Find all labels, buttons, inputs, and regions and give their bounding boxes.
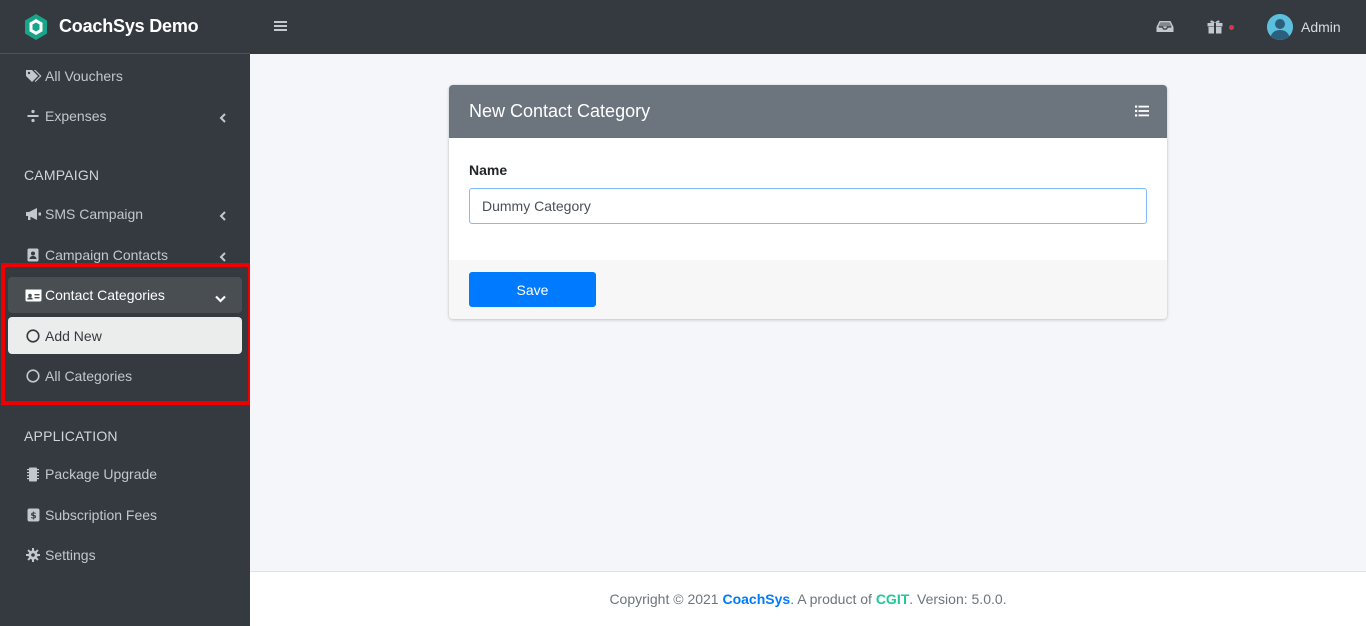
footer-version: . Version: 5.0.0. xyxy=(909,591,1007,607)
brand[interactable]: CoachSys Demo xyxy=(0,0,250,54)
circle-icon xyxy=(24,368,42,384)
card-title: New Contact Category xyxy=(469,101,651,121)
footer-company-link[interactable]: CGIT xyxy=(876,591,909,607)
sidebar: CoachSys Demo All Vouchers Expenses CAMP… xyxy=(0,0,250,626)
hamburger-menu-icon[interactable] xyxy=(274,19,287,38)
sidebar-item-label: Contact Categories xyxy=(45,287,165,303)
sidebar-item-package-upgrade[interactable]: Package Upgrade xyxy=(8,456,242,492)
card-footer: Save xyxy=(449,260,1167,319)
address-book-icon xyxy=(24,247,42,263)
sidebar-item-label: Package Upgrade xyxy=(45,466,158,482)
sidebar-item-label: Campaign Contacts xyxy=(45,247,168,263)
brand-name: CoachSys Demo xyxy=(59,16,199,36)
bullhorn-icon xyxy=(24,206,42,222)
sidebar-item-sms-campaign[interactable]: SMS Campaign xyxy=(8,196,242,232)
gift-icon[interactable] xyxy=(1207,19,1223,39)
sidebar-item-label: All Categories xyxy=(45,368,133,384)
sidebar-item-label: All Vouchers xyxy=(45,68,123,84)
sidebar-item-expenses[interactable]: Expenses xyxy=(8,98,242,134)
money-icon: $ xyxy=(24,507,42,523)
notification-dot xyxy=(1229,25,1234,30)
chevron-left-icon xyxy=(219,110,226,126)
sidebar-item-contact-categories[interactable]: Contact Categories xyxy=(8,277,242,313)
page-footer: Copyright © 2021 CoachSys . A product of… xyxy=(250,571,1366,626)
name-input[interactable] xyxy=(469,188,1147,224)
new-contact-category-card: New Contact Category Name Save xyxy=(449,85,1167,319)
circle-icon xyxy=(24,328,42,344)
gear-icon xyxy=(24,547,42,563)
nav-header-application: APPLICATION xyxy=(24,428,118,444)
user-name: Admin xyxy=(1301,19,1341,35)
sidebar-item-add-new[interactable]: Add New xyxy=(8,317,242,354)
id-card-icon xyxy=(24,287,42,303)
name-label: Name xyxy=(469,162,508,178)
footer-middle-text: . A product of xyxy=(790,591,876,607)
sidebar-item-label: Add New xyxy=(45,327,102,344)
user-menu[interactable]: Admin xyxy=(1267,14,1341,40)
brand-logo-icon xyxy=(22,13,50,41)
sidebar-item-subscription-fees[interactable]: $ Subscription Fees xyxy=(8,497,242,533)
sidebar-item-label: Expenses xyxy=(45,108,107,124)
sidebar-item-label: SMS Campaign xyxy=(45,206,144,222)
microchip-icon xyxy=(24,466,42,482)
sidebar-item-label: Settings xyxy=(45,547,96,563)
svg-text:$: $ xyxy=(30,512,36,522)
sidebar-item-campaign-contacts[interactable]: Campaign Contacts xyxy=(8,237,242,273)
card-header: New Contact Category xyxy=(449,85,1167,138)
chevron-left-icon xyxy=(219,249,226,265)
chevron-left-icon xyxy=(219,208,226,224)
tags-icon xyxy=(24,68,42,84)
list-icon[interactable] xyxy=(1135,104,1149,122)
sidebar-item-label: Subscription Fees xyxy=(45,507,158,523)
sidebar-item-settings[interactable]: Settings xyxy=(8,537,242,573)
footer-brand-link[interactable]: CoachSys xyxy=(722,591,790,607)
save-button[interactable]: Save xyxy=(469,272,596,307)
footer-copyright: Copyright © 2021 xyxy=(609,591,723,607)
inbox-icon[interactable] xyxy=(1156,19,1174,39)
topbar: Admin xyxy=(250,0,1366,54)
sidebar-item-all-categories[interactable]: All Categories xyxy=(8,358,242,394)
chevron-down-icon xyxy=(215,290,226,306)
nav-header-campaign: CAMPAIGN xyxy=(24,167,100,183)
card-body: Name xyxy=(449,138,1167,260)
divide-icon xyxy=(24,108,42,124)
sidebar-item-all-vouchers[interactable]: All Vouchers xyxy=(8,58,242,94)
avatar xyxy=(1267,14,1293,40)
